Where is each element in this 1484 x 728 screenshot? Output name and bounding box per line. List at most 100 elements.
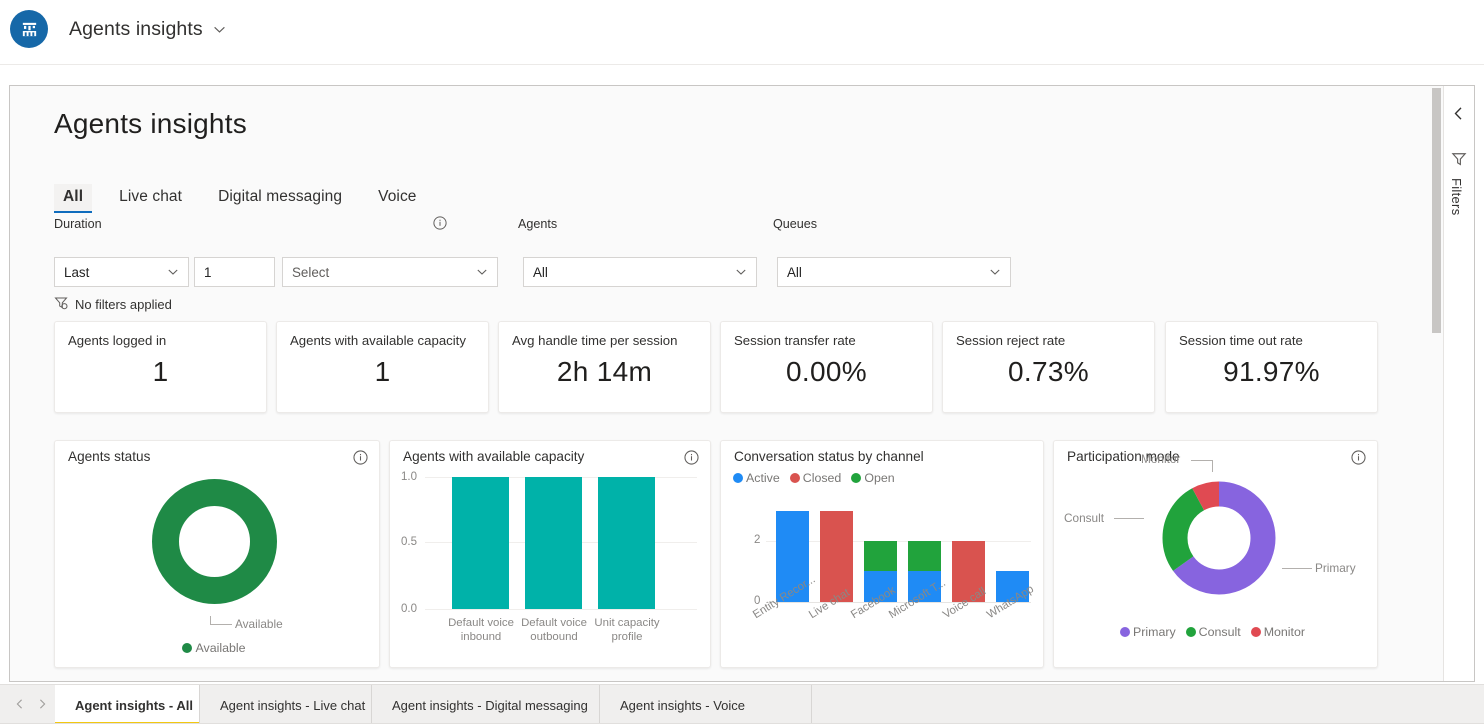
legend-item-open[interactable]: Open xyxy=(851,471,895,485)
kpi-card-session-time-out-rate[interactable]: Session time out rate 91.97% xyxy=(1165,321,1378,413)
app-title: Agents insights xyxy=(69,17,203,40)
bar-unit-capacity-profile[interactable] xyxy=(598,477,655,609)
bar-default-voice-outbound[interactable] xyxy=(525,477,582,609)
kpi-card-agents-logged-in[interactable]: Agents logged in 1 xyxy=(54,321,267,413)
conversation-status-legend: Active Closed Open xyxy=(733,471,901,485)
bottom-tab-agent-insights-voice[interactable]: Agent insights - Voice xyxy=(600,685,812,725)
info-icon[interactable] xyxy=(1351,450,1366,470)
donut-slice-label: Available xyxy=(235,617,283,631)
card-title: Agents with available capacity xyxy=(403,449,585,464)
funnel-icon[interactable] xyxy=(1451,151,1469,169)
kpi-card-session-transfer-rate[interactable]: Session transfer rate 0.00% xyxy=(720,321,933,413)
filter-off-icon xyxy=(54,296,75,313)
chart-card-conversation-status[interactable]: Conversation status by channel Active Cl… xyxy=(720,440,1044,668)
app-root: Agents insights Agents insights All Live… xyxy=(0,0,1484,728)
legend-swatch-icon xyxy=(789,473,800,483)
chevron-down-icon[interactable] xyxy=(213,23,226,36)
kpi-card-avg-handle-time[interactable]: Avg handle time per session 2h 14m xyxy=(498,321,711,413)
legend-swatch-icon xyxy=(1119,627,1130,637)
filter-status[interactable]: No filters applied xyxy=(54,296,172,313)
legend-swatch-icon xyxy=(1250,627,1261,637)
right-rail: Filters xyxy=(1443,86,1474,681)
kpi-title: Agents with available capacity xyxy=(290,333,466,348)
chevron-left-icon[interactable] xyxy=(1451,106,1469,124)
kpi-card-session-reject-rate[interactable]: Session reject rate 0.73% xyxy=(942,321,1155,413)
bar-live-chat-closed[interactable] xyxy=(820,511,853,602)
legend-label: Available xyxy=(195,641,246,655)
tab-all[interactable]: All xyxy=(54,184,93,213)
duration-unit-value: Select xyxy=(292,264,330,280)
x-tick-label: Default voice inbound xyxy=(448,617,514,643)
legend-item-available[interactable]: Available xyxy=(182,641,246,655)
agents-select[interactable]: All xyxy=(523,257,757,287)
legend-label: Primary xyxy=(1132,625,1176,639)
y-tick-label: 0.0 xyxy=(401,603,417,615)
x-tick-label: Unit capacity profile xyxy=(594,617,660,643)
legend-swatch-icon xyxy=(733,473,743,483)
legend-item-consult[interactable]: Consult xyxy=(1185,625,1241,639)
app-header: Agents insights xyxy=(0,0,1484,58)
kpi-value: 1 xyxy=(152,356,169,387)
info-icon[interactable] xyxy=(684,450,699,470)
bar-default-voice-inbound[interactable] xyxy=(452,477,509,609)
info-icon[interactable] xyxy=(433,216,447,230)
participation-mode-donut xyxy=(1162,481,1276,595)
agents-status-donut xyxy=(152,479,277,604)
donut-slice-label-consult: Consult xyxy=(1064,511,1104,525)
y-tick-label: 1.0 xyxy=(401,471,417,483)
duration-operator-select[interactable]: Last xyxy=(54,257,189,287)
agents-label: Agents xyxy=(518,217,558,231)
legend-item-active[interactable]: Active xyxy=(733,471,780,485)
chevron-left-icon[interactable] xyxy=(14,698,26,710)
legend-item-monitor[interactable]: Monitor xyxy=(1250,625,1306,639)
bottom-tab-agent-insights-live-chat[interactable]: Agent insights - Live chat xyxy=(200,685,372,725)
page-title: Agents insights xyxy=(54,108,247,139)
chart-card-participation-mode[interactable]: Participation mode Monitor Consult Prima… xyxy=(1053,440,1378,668)
bottom-tab-label: Agent insights - Live chat xyxy=(220,697,366,713)
kpi-title: Avg handle time per session xyxy=(512,333,678,348)
duration-unit-select[interactable]: Select xyxy=(282,257,498,287)
legend-item-closed[interactable]: Closed xyxy=(789,471,842,485)
tab-voice[interactable]: Voice xyxy=(369,184,425,213)
duration-operator-value: Last xyxy=(64,264,90,280)
duration-number-value: 1 xyxy=(204,264,212,280)
chevron-down-icon xyxy=(167,266,179,278)
kpi-card-agents-with-available-capacity[interactable]: Agents with available capacity 1 xyxy=(276,321,489,413)
legend-item-primary[interactable]: Primary xyxy=(1119,625,1176,639)
duration-number-input[interactable]: 1 xyxy=(194,257,275,287)
kpi-title: Session time out rate xyxy=(1179,333,1303,348)
bottom-tab-label: Agent insights - All xyxy=(75,697,193,713)
queues-select[interactable]: All xyxy=(777,257,1011,287)
callout-leader-consult xyxy=(1114,518,1144,519)
callout-leader-monitor xyxy=(1191,460,1213,461)
chart-card-agents-status[interactable]: Agents status Available Available xyxy=(54,440,380,668)
channel-tabs: All Live chat Digital messaging Voice xyxy=(54,184,444,213)
dashboard-chart-icon xyxy=(10,10,48,48)
legend-label: Monitor xyxy=(1263,625,1306,639)
chevron-right-icon[interactable] xyxy=(36,698,48,710)
legend-label: Open xyxy=(864,471,895,485)
bar-facebook-open[interactable] xyxy=(864,541,897,571)
chevron-down-icon xyxy=(735,266,747,278)
callout-leader-horizontal xyxy=(210,624,232,625)
callout-leader-monitor-v xyxy=(1212,460,1213,472)
chart-card-available-capacity[interactable]: Agents with available capacity 1.0 0.5 0… xyxy=(389,440,711,668)
legend-label: Closed xyxy=(802,471,842,485)
bottom-edge xyxy=(0,723,1484,728)
callout-leader-primary xyxy=(1282,568,1312,569)
kpi-value: 2h 14m xyxy=(556,356,653,387)
header-divider xyxy=(0,58,1484,65)
vertical-scrollbar-thumb[interactable] xyxy=(1432,88,1441,333)
filters-panel-label[interactable]: Filters xyxy=(1449,178,1464,216)
info-icon[interactable] xyxy=(353,450,368,470)
bottom-tab-agent-insights-digital-messaging[interactable]: Agent insights - Digital messaging xyxy=(372,685,600,725)
bar-microsoft-teams-open[interactable] xyxy=(908,541,941,571)
bottom-tab-agent-insights-all[interactable]: Agent insights - All xyxy=(55,685,200,725)
kpi-value: 91.97% xyxy=(1223,356,1320,387)
tab-live-chat[interactable]: Live chat xyxy=(110,184,191,213)
bottom-tab-label: Agent insights - Voice xyxy=(620,697,746,713)
filter-status-text: No filters applied xyxy=(75,297,172,312)
queues-value: All xyxy=(787,264,802,280)
tab-digital-messaging[interactable]: Digital messaging xyxy=(209,184,351,213)
kpi-title: Agents logged in xyxy=(68,333,167,348)
